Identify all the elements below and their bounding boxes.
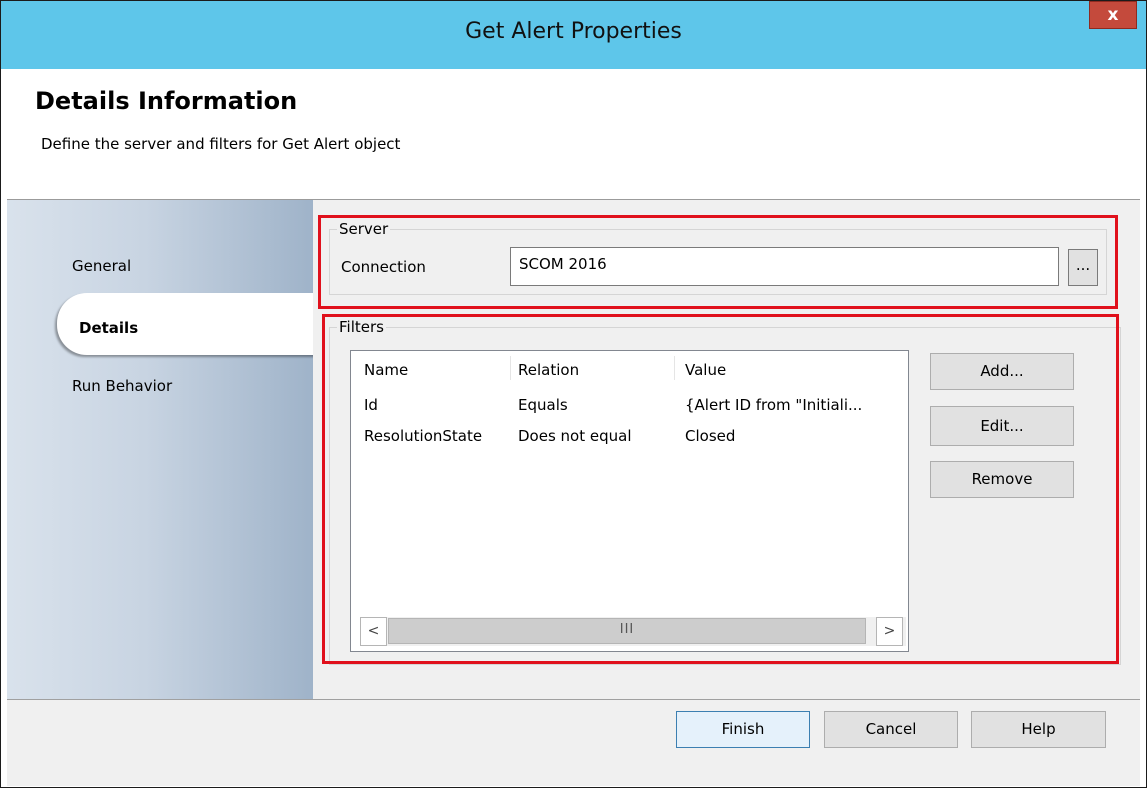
page-subtitle: Define the server and filters for Get Al…: [41, 135, 401, 153]
help-button[interactable]: Help: [971, 711, 1106, 748]
nav-panel: [7, 200, 313, 699]
finish-button[interactable]: Finish: [676, 711, 810, 748]
close-button[interactable]: x: [1089, 1, 1137, 29]
dialog-header: Details Information Define the server an…: [7, 69, 1140, 199]
window-title: Get Alert Properties: [465, 19, 682, 44]
filters-highlight-box: [322, 314, 1119, 664]
page-title: Details Information: [35, 87, 298, 115]
cancel-button[interactable]: Cancel: [824, 711, 958, 748]
dialog-window: Get Alert Properties x Details Informati…: [0, 0, 1147, 788]
nav-item-run-behavior[interactable]: Run Behavior: [72, 377, 172, 395]
nav-item-general[interactable]: General: [72, 257, 131, 275]
server-highlight-box: [318, 215, 1118, 309]
title-bar: Get Alert Properties x: [1, 1, 1146, 69]
nav-item-details-label: Details: [79, 319, 139, 337]
